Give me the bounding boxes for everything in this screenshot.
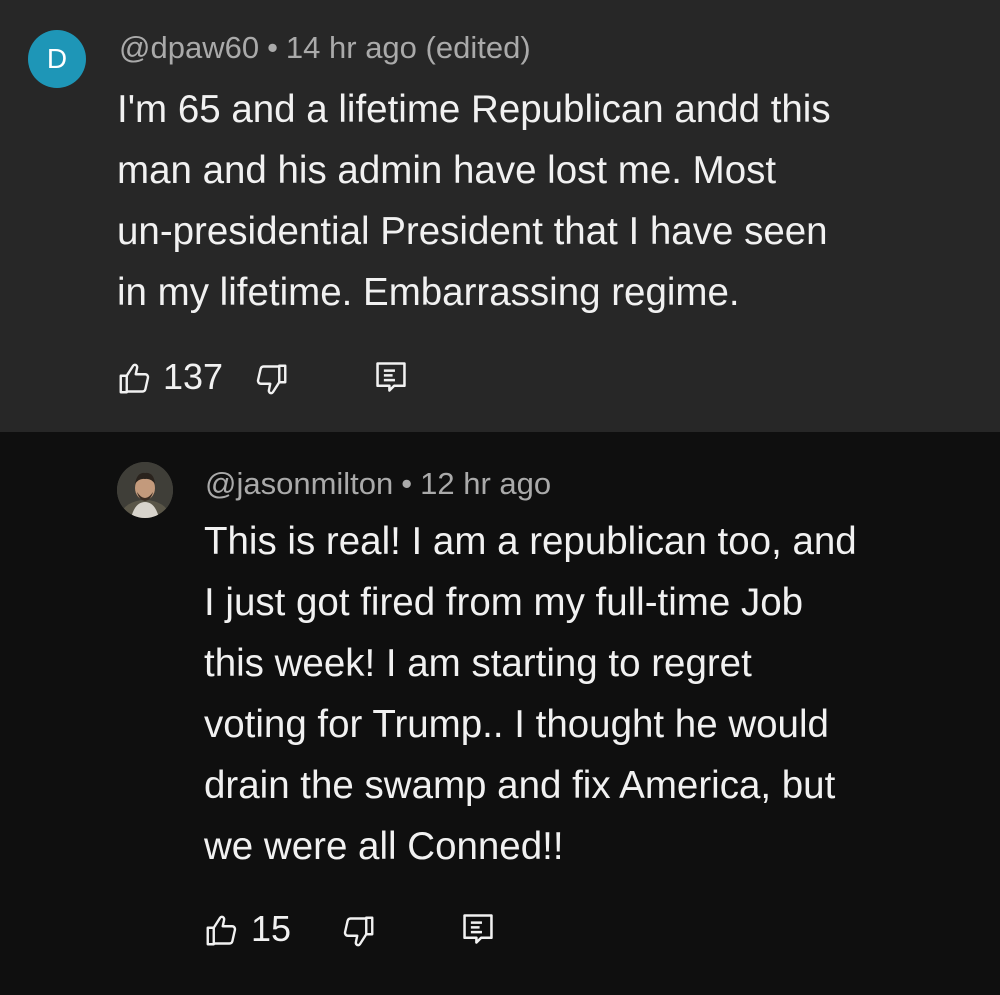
thumbs-down-icon[interactable] [340,914,376,955]
comment-text-line: This is real! I am a republican too, and [204,520,857,563]
comment-text-line: I'm 65 and a lifetime Republican andd th… [117,88,831,131]
comment-text: This is real! I am a republican too, and… [204,511,857,877]
comment-card: D @dpaw60 • 14 hr ago (edited) I'm 65 and … [0,0,1000,432]
meta-separator: • [401,466,413,501]
avatar[interactable] [117,462,173,518]
comment-text-line: this week! I am starting to regret [204,642,752,685]
reply-card: @jasonmilton • 12 hr ago This is real! I a… [0,432,1000,995]
comment-meta: @jasonmilton • 12 hr ago [205,466,551,502]
comment-text-line: drain the swamp and fix America, but [204,764,836,807]
comment-meta: @dpaw60 • 14 hr ago (edited) [119,30,531,66]
like-count: 15 [251,908,292,949]
comment-text-line: voting for Trump.. I thought he would [204,703,829,746]
comment-text-line: we were all Conned!! [204,825,564,868]
author-handle[interactable]: @dpaw60 [119,30,259,65]
comment-text-line: in my lifetime. Embarrassing regime. [117,271,740,314]
thumbs-down-icon[interactable] [253,362,289,403]
comment-timestamp: 12 hr ago [420,466,552,501]
thumbs-up-icon[interactable] [117,360,153,401]
comment-text-line: man and his admin have lost me. Most [117,149,777,192]
author-handle[interactable]: @jasonmilton [205,466,393,501]
meta-separator: • [267,30,278,65]
comment-actions: 137 [0,352,1000,402]
comment-text: I'm 65 and a lifetime Republican andd th… [117,79,831,323]
reply-icon[interactable] [372,358,410,401]
like-count: 137 [163,356,224,397]
avatar[interactable]: D [28,30,86,88]
comment-text-line: I just got fired from my full-time Job [204,581,804,624]
comment-actions: 15 [0,904,1000,954]
comment-text-line: un-presidential President that I have se… [117,210,828,253]
reply-icon[interactable] [459,910,497,953]
thumbs-up-icon[interactable] [204,912,240,953]
comment-timestamp: 14 hr ago (edited) [285,30,531,65]
